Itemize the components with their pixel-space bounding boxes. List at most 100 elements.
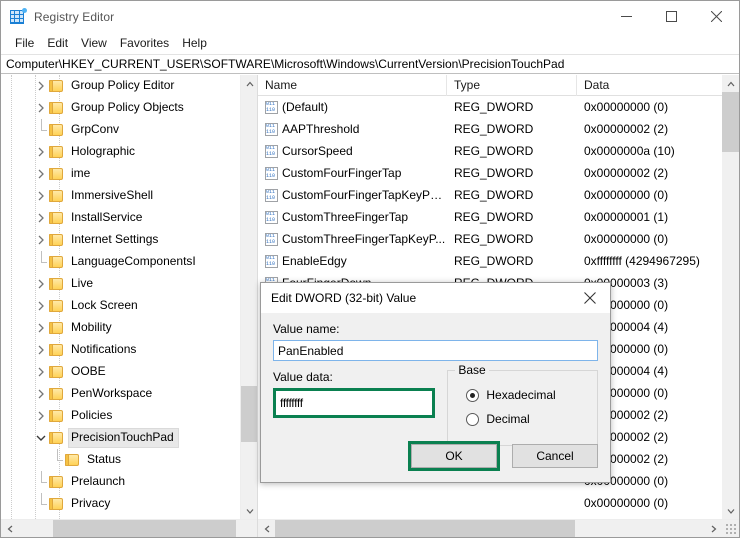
table-row[interactable]: CustomThreeFingerTap REG_DWORD 0x00000001 … bbox=[258, 206, 722, 228]
close-icon[interactable] bbox=[570, 283, 610, 313]
tree-node-precisiontouchpad[interactable]: PrecisionTouchPad bbox=[1, 427, 241, 449]
tree-node-prelaunch[interactable]: Prelaunch bbox=[1, 471, 241, 493]
tree-node-label: PrecisionTouchPad bbox=[69, 429, 178, 447]
resize-grip-icon[interactable] bbox=[725, 523, 737, 535]
chevron-right-icon[interactable] bbox=[33, 75, 49, 97]
tree-node-live[interactable]: Live bbox=[1, 273, 241, 295]
cancel-button[interactable]: Cancel bbox=[512, 444, 598, 468]
menu-item-edit[interactable]: Edit bbox=[41, 34, 74, 52]
cell-data: 0xffffffff (4294967295) bbox=[584, 254, 700, 268]
tree-node-group-policy-editor[interactable]: Group Policy Editor bbox=[1, 75, 241, 97]
chevron-down-icon[interactable] bbox=[33, 427, 49, 449]
cell-type: REG_DWORD bbox=[454, 122, 534, 136]
menu-item-help[interactable]: Help bbox=[176, 34, 213, 52]
chevron-right-icon[interactable] bbox=[33, 163, 49, 185]
tree-connector bbox=[33, 471, 49, 493]
tree-node-lock-screen[interactable]: Lock Screen bbox=[1, 295, 241, 317]
chevron-right-icon[interactable] bbox=[33, 185, 49, 207]
dialog-title: Edit DWORD (32-bit) Value bbox=[271, 291, 417, 305]
tree-node-grpconv[interactable]: GrpConv bbox=[1, 119, 241, 141]
chevron-right-icon[interactable] bbox=[33, 383, 49, 405]
table-row[interactable]: AAPThreshold REG_DWORD 0x00000002 (2) bbox=[258, 118, 722, 140]
radio-hexadecimal[interactable]: Hexadecimal bbox=[458, 383, 597, 407]
list-hscroll-thumb[interactable] bbox=[275, 520, 575, 537]
menu-item-file[interactable]: File bbox=[9, 34, 40, 52]
tree-node-label: LanguageComponentsI bbox=[71, 254, 196, 268]
table-row[interactable]: CustomThreeFingerTapKeyP... REG_DWORD 0x00… bbox=[258, 228, 722, 250]
value-name-input[interactable]: PanEnabled bbox=[273, 340, 598, 361]
tree-vertical-scrollbar[interactable] bbox=[240, 75, 257, 519]
column-header-name[interactable]: Name bbox=[258, 75, 447, 96]
tree-node-policies[interactable]: Policies bbox=[1, 405, 241, 427]
radio-icon-decimal[interactable] bbox=[466, 412, 480, 426]
table-row[interactable]: 0x00000000 (0) bbox=[258, 492, 722, 514]
tree-connector bbox=[33, 493, 49, 515]
chevron-right-icon[interactable] bbox=[33, 141, 49, 163]
tree-node-immersiveshell[interactable]: ImmersiveShell bbox=[1, 185, 241, 207]
radio-icon-hexadecimal[interactable] bbox=[466, 388, 480, 402]
chevron-right-icon[interactable] bbox=[33, 405, 49, 427]
value-name-label: Value name: bbox=[273, 322, 340, 336]
dword-value-icon bbox=[265, 100, 278, 114]
scroll-up-icon[interactable] bbox=[241, 75, 257, 92]
tree-node-status[interactable]: Status bbox=[1, 449, 241, 471]
value-name: CustomFourFingerTapKeyPar... bbox=[282, 188, 447, 202]
maximize-icon[interactable] bbox=[649, 1, 694, 32]
tree-node-notifications[interactable]: Notifications bbox=[1, 339, 241, 361]
chevron-right-icon[interactable] bbox=[33, 97, 49, 119]
tree-node-holographic[interactable]: Holographic bbox=[1, 141, 241, 163]
tree-scroll-thumb[interactable] bbox=[241, 386, 257, 442]
value-name: AAPThreshold bbox=[282, 122, 360, 136]
scroll-left-icon[interactable] bbox=[258, 520, 275, 537]
tree-node-ime[interactable]: ime bbox=[1, 163, 241, 185]
tree-node-privacy[interactable]: Privacy bbox=[1, 493, 241, 515]
tree-hscroll-thumb[interactable] bbox=[53, 520, 236, 537]
tree-node-internet-settings[interactable]: Internet Settings bbox=[1, 229, 241, 251]
menu-item-favorites[interactable]: Favorites bbox=[114, 34, 175, 52]
tree-node-languagecomponentsi[interactable]: LanguageComponentsI bbox=[1, 251, 241, 273]
scroll-up-icon[interactable] bbox=[722, 75, 739, 92]
value-data-input[interactable]: ffffffff bbox=[276, 396, 303, 410]
window-controls bbox=[604, 1, 739, 32]
chevron-right-icon[interactable] bbox=[33, 295, 49, 317]
tree-node-oobe[interactable]: OOBE bbox=[1, 361, 241, 383]
list-scroll-thumb[interactable] bbox=[722, 92, 739, 152]
table-row[interactable]: CursorSpeed REG_DWORD 0x0000000a (10) bbox=[258, 140, 722, 162]
tree-horizontal-scrollbar[interactable] bbox=[1, 519, 257, 537]
value-name: EnableEdgy bbox=[282, 254, 347, 268]
tree-node-installservice[interactable]: InstallService bbox=[1, 207, 241, 229]
registry-tree[interactable]: Group Policy Editor Group Policy Objects G… bbox=[1, 75, 241, 519]
scroll-down-icon[interactable] bbox=[241, 502, 257, 519]
list-horizontal-scrollbar[interactable] bbox=[258, 519, 739, 537]
scroll-left-icon[interactable] bbox=[1, 520, 18, 537]
minimize-icon[interactable] bbox=[604, 1, 649, 32]
chevron-right-icon[interactable] bbox=[33, 361, 49, 383]
table-row[interactable]: CustomFourFingerTapKeyPar... REG_DWORD 0x0… bbox=[258, 184, 722, 206]
list-vertical-scrollbar[interactable] bbox=[722, 75, 739, 519]
dword-value-icon bbox=[265, 232, 278, 246]
chevron-right-icon[interactable] bbox=[33, 207, 49, 229]
tree-node-group-policy-objects[interactable]: Group Policy Objects bbox=[1, 97, 241, 119]
tree-node-mobility[interactable]: Mobility bbox=[1, 317, 241, 339]
table-row[interactable]: EnableEdgy REG_DWORD 0xffffffff (429496729… bbox=[258, 250, 722, 272]
menu-item-view[interactable]: View bbox=[75, 34, 113, 52]
chevron-right-icon[interactable] bbox=[33, 339, 49, 361]
scroll-right-icon[interactable] bbox=[705, 520, 722, 537]
chevron-right-icon[interactable] bbox=[33, 273, 49, 295]
address-bar[interactable]: Computer\HKEY_CURRENT_USER\SOFTWARE\Micr… bbox=[1, 54, 739, 74]
table-row[interactable]: CustomFourFingerTap REG_DWORD 0x00000002 (… bbox=[258, 162, 722, 184]
ok-button[interactable]: OK bbox=[411, 444, 497, 468]
table-row[interactable]: (Default) REG_DWORD 0x00000000 (0) bbox=[258, 96, 722, 118]
column-header-type[interactable]: Type bbox=[447, 75, 577, 96]
close-icon[interactable] bbox=[694, 1, 739, 32]
radio-decimal[interactable]: Decimal bbox=[458, 407, 597, 431]
scroll-down-icon[interactable] bbox=[722, 502, 739, 519]
chevron-right-icon[interactable] bbox=[33, 317, 49, 339]
column-header-data[interactable]: Data bbox=[577, 75, 722, 96]
chevron-right-icon[interactable] bbox=[33, 229, 49, 251]
tree-node-penworkspace[interactable]: PenWorkspace bbox=[1, 383, 241, 405]
